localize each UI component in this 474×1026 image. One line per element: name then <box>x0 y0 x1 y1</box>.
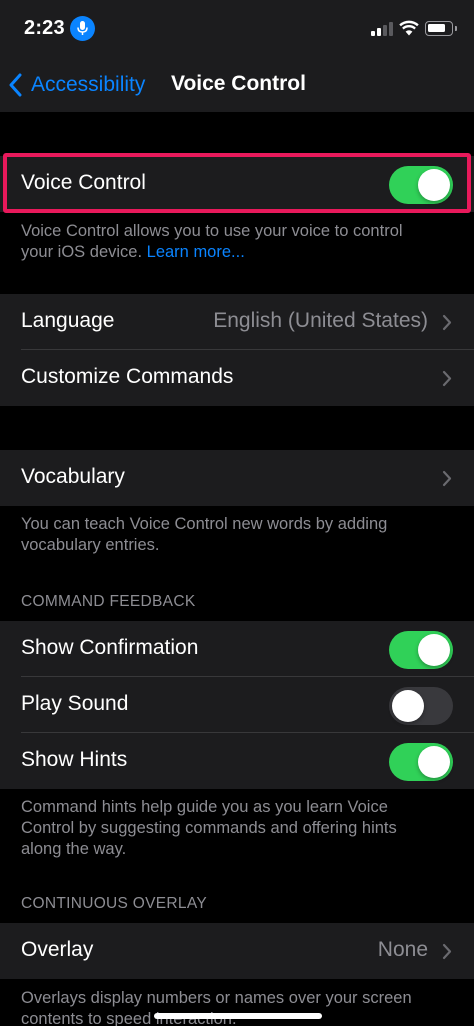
show-confirmation-label: Show Confirmation <box>21 636 199 659</box>
navigation-bar: Accessibility Voice Control <box>0 60 474 112</box>
microphone-icon <box>70 16 95 41</box>
status-bar: 2:23 <box>0 0 474 60</box>
vocabulary-label: Vocabulary <box>21 465 125 488</box>
customize-commands-label: Customize Commands <box>21 365 234 388</box>
vocabulary-footer: You can teach Voice Control new words by… <box>21 515 388 554</box>
language-value: English (United States) <box>213 309 428 332</box>
show-confirmation-toggle[interactable] <box>389 631 453 669</box>
chevron-right-icon <box>442 470 452 487</box>
language-row[interactable]: Language English (United States) <box>0 294 474 350</box>
chevron-right-icon <box>442 370 452 387</box>
voice-control-row: Voice Control <box>0 156 474 212</box>
language-section: Language English (United States) Customi… <box>0 294 474 406</box>
show-confirmation-row: Show Confirmation <box>0 621 474 677</box>
show-hints-row: Show Hints <box>0 733 474 789</box>
voice-control-footer: Voice Control allows you to use your voi… <box>21 221 436 263</box>
overlay-row[interactable]: Overlay None <box>0 923 474 979</box>
learn-more-link[interactable]: Learn more... <box>147 243 245 261</box>
play-sound-toggle[interactable] <box>389 687 453 725</box>
voice-control-toggle[interactable] <box>389 166 453 204</box>
wifi-icon <box>399 20 419 41</box>
show-hints-label: Show Hints <box>21 748 128 771</box>
toggle-knob <box>418 634 450 666</box>
battery-icon <box>425 21 457 36</box>
page-title: Voice Control <box>171 72 306 95</box>
chevron-right-icon <box>442 943 452 960</box>
battery-level <box>428 24 445 32</box>
command-feedback-header: COMMAND FEEDBACK <box>21 593 196 610</box>
home-indicator[interactable] <box>154 1013 322 1019</box>
cellular-signal-icon <box>371 22 395 36</box>
status-time: 2:23 <box>24 17 65 39</box>
vocabulary-row[interactable]: Vocabulary <box>0 450 474 506</box>
toggle-knob <box>418 169 450 201</box>
customize-commands-row[interactable]: Customize Commands <box>0 350 474 406</box>
back-button-label: Accessibility <box>31 73 146 96</box>
command-feedback-section: Show Confirmation Play Sound Show Hints <box>0 621 474 789</box>
back-button[interactable]: Accessibility <box>8 70 145 100</box>
overlay-value: None <box>377 938 428 961</box>
voice-control-section: Voice Control <box>0 156 474 212</box>
toggle-knob <box>392 690 424 722</box>
show-hints-footer: Command hints help guide you as you lear… <box>21 798 397 858</box>
continuous-overlay-header: CONTINUOUS OVERLAY <box>21 895 207 912</box>
show-hints-toggle[interactable] <box>389 743 453 781</box>
play-sound-row: Play Sound <box>0 677 474 733</box>
play-sound-label: Play Sound <box>21 692 129 715</box>
voice-control-label: Voice Control <box>21 171 146 194</box>
chevron-left-icon <box>9 73 22 97</box>
language-label: Language <box>21 309 115 332</box>
toggle-knob <box>418 746 450 778</box>
overlay-footer: Overlays display numbers or names over y… <box>21 989 412 1026</box>
overlay-label: Overlay <box>21 938 94 961</box>
vocabulary-section: Vocabulary <box>0 450 474 506</box>
continuous-overlay-section: Overlay None <box>0 923 474 979</box>
chevron-right-icon <box>442 314 452 331</box>
